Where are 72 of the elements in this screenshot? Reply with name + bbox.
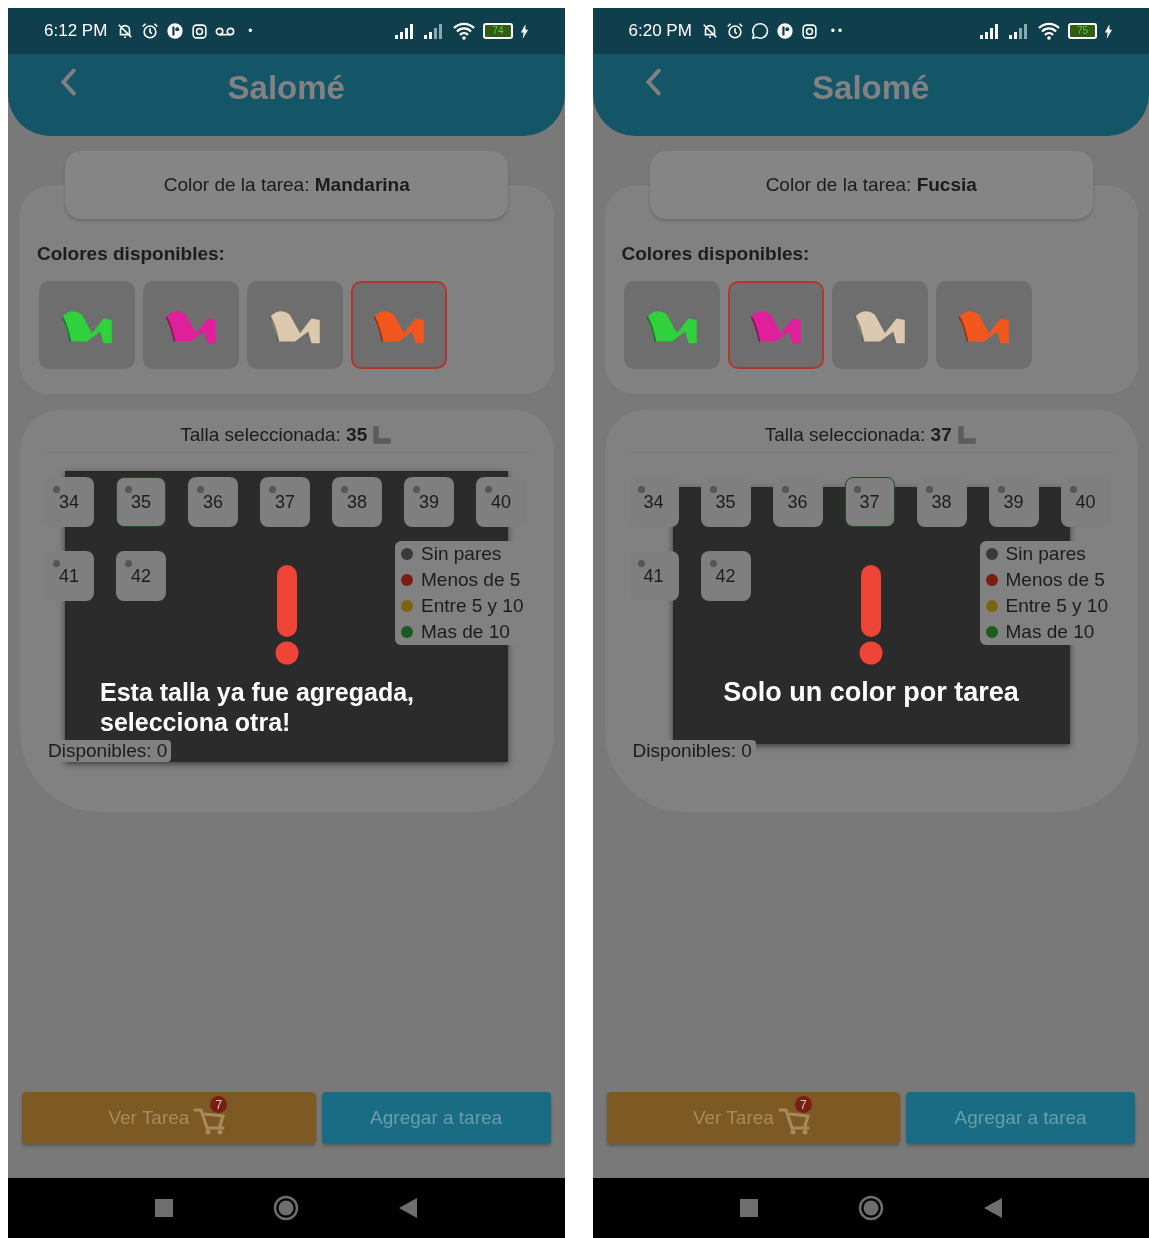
alert-message: Solo un color por tarea — [723, 677, 1019, 707]
size-chip[interactable]: 42 — [700, 551, 751, 601]
cart-count-badge: 7 — [794, 1096, 812, 1113]
size-chip[interactable]: 35 — [116, 477, 166, 527]
back-icon[interactable] — [399, 1198, 418, 1218]
view-task-button[interactable]: Ver Tarea 7 — [22, 1092, 316, 1144]
shoe-thumbnail[interactable] — [831, 281, 928, 369]
wifi-icon — [1036, 22, 1061, 40]
signal-icon — [978, 23, 1001, 39]
back-chevron-icon[interactable] — [60, 68, 76, 96]
exclamation-icon — [859, 565, 883, 665]
legend-label: Sin pares — [1005, 543, 1086, 565]
home-icon[interactable] — [857, 1195, 884, 1221]
shoe-thumbnail[interactable] — [351, 281, 447, 369]
charging-bolt-icon — [1104, 23, 1113, 39]
size-chip[interactable]: 38 — [332, 477, 382, 527]
task-color-text: Color de la tarea: Fucsia — [765, 174, 977, 196]
exclamation-icon — [275, 565, 299, 665]
size-chip[interactable]: 37 — [844, 477, 895, 527]
camera-icon — [191, 22, 209, 40]
shoe-thumbnail[interactable] — [247, 281, 343, 369]
voicemail-icon — [215, 25, 236, 37]
shoe-thumbnail[interactable] — [143, 281, 239, 369]
battery-level: 75 — [1067, 23, 1097, 39]
shoe-thumbnail[interactable] — [623, 281, 720, 369]
shoe-thumbnail[interactable] — [727, 281, 824, 369]
size-chip[interactable]: 42 — [116, 551, 166, 601]
shoe-thumbnail[interactable] — [935, 281, 1032, 369]
app-icon — [775, 22, 794, 40]
legend-label: Sin pares — [421, 543, 502, 565]
legend-label: Mas de 10 — [421, 621, 510, 643]
legend-label: Entre 5 y 10 — [421, 595, 524, 617]
wifi-icon — [452, 22, 477, 40]
view-task-button[interactable]: Ver Tarea 7 — [606, 1092, 901, 1144]
legend-label: Mas de 10 — [1005, 621, 1095, 643]
selected-size-text: Talla seleccionada: 37 — [764, 424, 952, 446]
size-chip[interactable]: 37 — [260, 477, 310, 527]
alarm-clock-icon — [725, 22, 744, 40]
more-notifications: • — [248, 24, 256, 38]
status-time: 6:12 PM — [44, 21, 108, 41]
app-title: Salomé — [812, 69, 930, 107]
back-chevron-icon[interactable] — [644, 68, 661, 96]
battery-level: 74 — [483, 23, 513, 39]
ruler-icon — [371, 424, 394, 446]
camera-icon — [800, 22, 818, 40]
task-color-text: Color de la tarea: Mandarina — [163, 174, 410, 196]
ruler-icon — [955, 424, 978, 446]
size-chip[interactable]: 36 — [188, 477, 238, 527]
alarm-clock-icon — [141, 22, 160, 40]
signal-icon — [1007, 23, 1030, 39]
app-icon — [166, 22, 185, 40]
cart-count-badge: 7 — [210, 1096, 228, 1113]
legend-label: Menos de 5 — [1005, 569, 1105, 591]
colors-heading: Colores disponibles: — [621, 243, 811, 265]
home-icon[interactable] — [273, 1195, 300, 1221]
charging-bolt-icon — [519, 23, 529, 39]
selected-size-text: Talla seleccionada: 35 — [180, 424, 368, 446]
alert-message: Esta talla ya fue agregada, selecciona otra! — [100, 677, 416, 737]
status-time: 6:20 PM — [628, 21, 692, 41]
chat-bubble-icon — [750, 22, 769, 40]
recent-apps-icon[interactable] — [739, 1199, 758, 1217]
shoe-thumbnail[interactable] — [39, 281, 135, 369]
app-title: Salomé — [227, 69, 345, 107]
colors-heading: Colores disponibles: — [37, 243, 226, 265]
back-icon[interactable] — [983, 1198, 1002, 1218]
recent-apps-icon[interactable] — [155, 1199, 174, 1217]
size-chip[interactable]: 39 — [404, 477, 454, 527]
bell-off-icon — [116, 22, 135, 40]
bell-off-icon — [700, 22, 719, 40]
more-notifications: •• — [830, 24, 846, 38]
legend-label: Entre 5 y 10 — [1005, 595, 1108, 617]
legend-label: Menos de 5 — [421, 569, 521, 591]
